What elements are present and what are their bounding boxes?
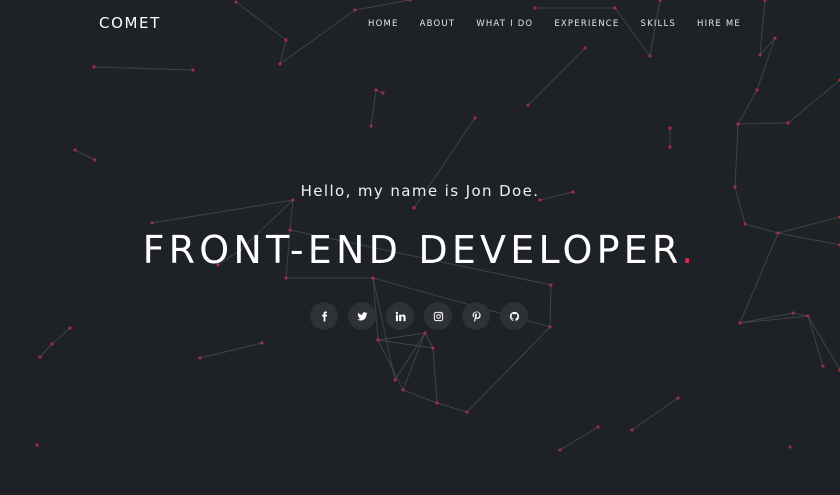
network-link [807, 315, 840, 371]
network-link [402, 389, 438, 404]
network-node [435, 401, 439, 405]
nav-item-experience[interactable]: EXPERIENCE [554, 19, 619, 29]
network-node [376, 338, 380, 342]
network-link [466, 326, 551, 413]
network-node [791, 311, 795, 315]
network-node [284, 276, 288, 280]
network-node [374, 88, 378, 92]
network-link [432, 347, 438, 404]
network-node [92, 65, 96, 69]
network-node [465, 410, 469, 414]
network-link [734, 123, 739, 188]
nav-item-home[interactable]: HOME [368, 19, 399, 29]
network-node [38, 355, 42, 359]
network-node [630, 428, 634, 432]
social-pinterest-button[interactable] [462, 302, 490, 330]
pinterest-icon [472, 310, 481, 322]
network-link [289, 199, 294, 231]
hero-greeting: Hello, my name is Jon Doe. [300, 182, 540, 200]
network-link [549, 284, 552, 328]
network-node [743, 222, 747, 226]
network-link [807, 315, 824, 367]
facebook-icon [321, 310, 327, 322]
linkedin-icon [395, 311, 406, 321]
network-link [436, 402, 468, 413]
network-link [527, 47, 586, 106]
network-link [51, 327, 71, 345]
network-node [198, 356, 202, 360]
network-node [401, 388, 405, 392]
network-node [758, 53, 762, 57]
network-node [648, 54, 652, 58]
network-node [260, 341, 264, 345]
hero-headline: FRONT-END DEVELOPER. [0, 228, 840, 272]
network-link [377, 339, 404, 391]
network-node [821, 364, 825, 368]
network-node [788, 445, 792, 449]
network-node [278, 62, 282, 66]
network-node [369, 124, 373, 128]
main-nav: HOME ABOUT WHAT I DO EXPERIENCE SKILLS H… [347, 19, 741, 29]
network-link [199, 342, 263, 359]
network-link [74, 149, 96, 161]
network-node [412, 206, 416, 210]
network-node [548, 325, 552, 329]
nav-item-hire-me[interactable]: HIRE ME [697, 19, 741, 29]
network-link [559, 426, 599, 451]
brand-logo[interactable]: COMET [99, 14, 161, 32]
network-link [787, 79, 840, 124]
social-facebook-button[interactable] [310, 302, 338, 330]
twitter-icon [356, 311, 368, 320]
network-link [792, 312, 809, 317]
network-link [631, 397, 679, 431]
network-node [371, 276, 375, 280]
network-node [738, 321, 742, 325]
instagram-icon [433, 311, 443, 321]
social-linkedin-button[interactable] [386, 302, 414, 330]
network-link [424, 332, 434, 349]
nav-item-skills[interactable]: SKILLS [640, 19, 676, 29]
network-node [35, 443, 39, 447]
network-node [73, 148, 77, 152]
page: COMET HOME ABOUT WHAT I DO EXPERIENCE SK… [0, 0, 840, 495]
network-node [473, 116, 477, 120]
network-node [596, 425, 600, 429]
network-node [549, 283, 553, 287]
network-node [806, 314, 810, 318]
hero-headline-text: FRONT-END DEVELOPER [142, 228, 682, 272]
network-node [381, 91, 385, 95]
network-node [736, 122, 740, 126]
network-link [737, 89, 758, 125]
network-node [668, 145, 672, 149]
github-icon [509, 311, 519, 321]
network-node [755, 88, 759, 92]
network-link [93, 66, 194, 71]
nav-item-what-i-do[interactable]: WHAT I DO [476, 19, 533, 29]
social-github-button[interactable] [500, 302, 528, 330]
network-link [737, 122, 789, 125]
network-node [50, 342, 54, 346]
social-twitter-button[interactable] [348, 302, 376, 330]
network-link [39, 343, 53, 358]
network-node [423, 331, 427, 335]
network-node [431, 346, 435, 350]
network-node [191, 68, 195, 72]
nav-item-about[interactable]: ABOUT [420, 19, 456, 29]
network-node [676, 396, 680, 400]
network-node [668, 126, 672, 130]
network-node [786, 121, 790, 125]
network-node [558, 448, 562, 452]
network-node [93, 158, 97, 162]
network-node [526, 103, 530, 107]
social-links [310, 302, 528, 330]
social-instagram-button[interactable] [424, 302, 452, 330]
network-node [68, 326, 72, 330]
hero-headline-accent-dot: . [681, 228, 698, 272]
network-node [393, 378, 397, 382]
navbar: COMET HOME ABOUT WHAT I DO EXPERIENCE SK… [0, 0, 840, 48]
network-node [150, 221, 154, 225]
network-link [370, 89, 377, 127]
